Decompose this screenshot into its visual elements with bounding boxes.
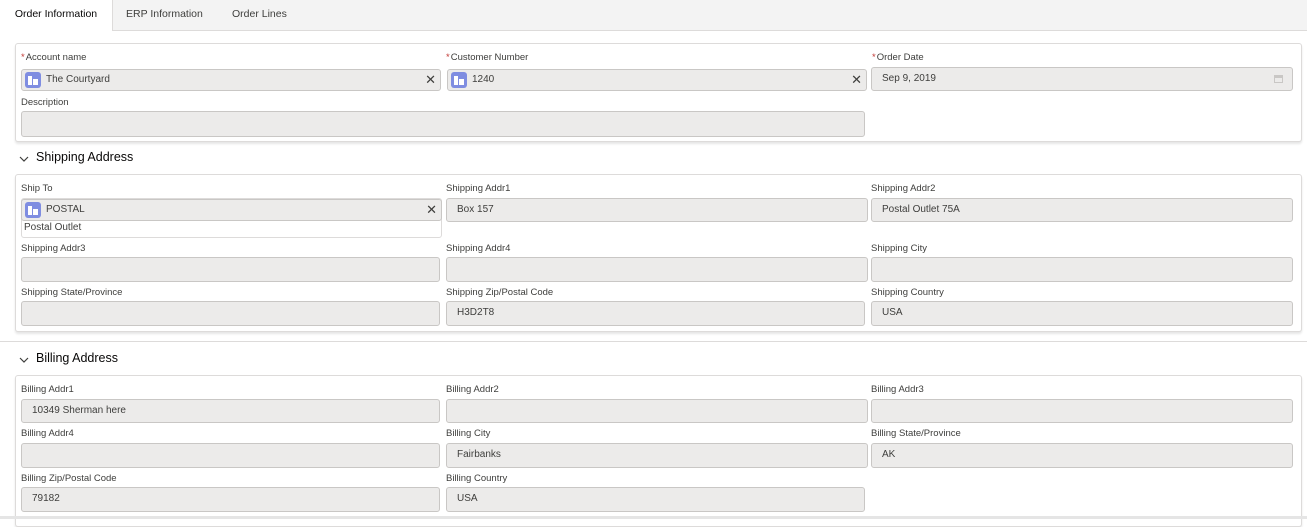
- ship-to-sub-text: Postal Outlet: [24, 222, 82, 233]
- shipping-country-field[interactable]: USA: [871, 301, 1293, 326]
- billing-addr4-label: Billing Addr4: [21, 428, 74, 439]
- billing-addr1-field[interactable]: 10349 Sherman here: [21, 399, 440, 423]
- order-date-label: *Order Date: [872, 52, 924, 63]
- description-field[interactable]: [21, 111, 865, 137]
- shipping-zip-label: Shipping Zip/Postal Code: [446, 287, 554, 298]
- ship-to-value: POSTAL: [46, 204, 85, 215]
- order-date-value: Sep 9, 2019: [882, 73, 936, 84]
- billing-addr2-field[interactable]: [446, 399, 868, 423]
- clear-customer-icon[interactable]: ✕: [851, 70, 862, 90]
- shipping-zip-field[interactable]: H3D2T8: [446, 301, 865, 326]
- billing-addr1-label: Billing Addr1: [21, 384, 74, 395]
- shipping-addr4-label: Shipping Addr4: [446, 243, 511, 254]
- shipping-section-title[interactable]: Shipping Address: [36, 150, 133, 164]
- billing-city-label: Billing City: [446, 428, 491, 439]
- customer-number-label-text: Customer Number: [450, 52, 529, 63]
- billing-section-title[interactable]: Billing Address: [36, 351, 118, 365]
- shipping-country-label: Shipping Country: [871, 287, 944, 298]
- billing-country-field[interactable]: USA: [446, 487, 865, 512]
- customer-icon: [451, 72, 467, 88]
- shipping-addr3-label: Shipping Addr3: [21, 243, 86, 254]
- shipping-addr2-field[interactable]: Postal Outlet 75A: [871, 198, 1293, 222]
- shipping-addr4-field[interactable]: [446, 257, 868, 282]
- calendar-icon[interactable]: [1274, 75, 1283, 83]
- account-name-label: *Account name: [21, 52, 86, 63]
- billing-country-label: Billing Country: [446, 473, 508, 484]
- billing-zip-field[interactable]: 79182: [21, 487, 440, 512]
- billing-addr4-field[interactable]: [21, 443, 440, 468]
- ship-to-lookup[interactable]: POSTAL ✕: [21, 199, 442, 221]
- billing-addr3-label: Billing Addr3: [871, 384, 924, 395]
- shipping-city-label: Shipping City: [871, 243, 927, 254]
- clear-ship-to-icon[interactable]: ✕: [426, 200, 437, 220]
- ship-to-icon: [25, 202, 41, 218]
- account-name-lookup[interactable]: The Courtyard ✕: [21, 69, 441, 91]
- account-icon: [25, 72, 41, 88]
- account-name-label-text: Account name: [25, 52, 87, 63]
- shipping-city-field[interactable]: [871, 257, 1293, 282]
- order-date-field[interactable]: Sep 9, 2019: [871, 67, 1293, 91]
- billing-state-label: Billing State/Province: [871, 428, 961, 439]
- billing-city-field[interactable]: Fairbanks: [446, 443, 868, 468]
- chevron-down-icon[interactable]: [18, 354, 30, 366]
- shipping-addr1-field[interactable]: Box 157: [446, 198, 868, 222]
- customer-number-label: *Customer Number: [446, 52, 528, 63]
- shipping-state-field[interactable]: [21, 301, 440, 326]
- tab-erp-information[interactable]: ERP Information: [126, 0, 203, 30]
- order-date-label-text: Order Date: [876, 52, 924, 63]
- shipping-state-label: Shipping State/Province: [21, 287, 123, 298]
- tab-order-lines[interactable]: Order Lines: [232, 0, 287, 30]
- account-name-value: The Courtyard: [46, 74, 110, 85]
- customer-number-lookup[interactable]: 1240 ✕: [447, 69, 867, 91]
- section-divider: [0, 341, 1307, 342]
- chevron-down-icon[interactable]: [18, 153, 30, 165]
- shipping-addr2-label: Shipping Addr2: [871, 183, 936, 194]
- required-marker: *: [872, 52, 876, 63]
- required-marker: *: [446, 52, 450, 63]
- customer-number-value: 1240: [472, 74, 495, 85]
- clear-account-icon[interactable]: ✕: [425, 70, 436, 90]
- ship-to-label: Ship To: [21, 183, 53, 194]
- billing-state-field[interactable]: AK: [871, 443, 1293, 468]
- billing-addr3-field[interactable]: [871, 399, 1293, 423]
- tab-order-information[interactable]: Order Information: [0, 0, 113, 31]
- required-marker: *: [21, 52, 25, 63]
- shipping-addr3-field[interactable]: [21, 257, 440, 282]
- shipping-addr1-label: Shipping Addr1: [446, 183, 511, 194]
- billing-addr2-label: Billing Addr2: [446, 384, 499, 395]
- tab-bar: Order Information ERP Information Order …: [0, 0, 1307, 31]
- description-label: Description: [21, 97, 69, 108]
- billing-zip-label: Billing Zip/Postal Code: [21, 473, 117, 484]
